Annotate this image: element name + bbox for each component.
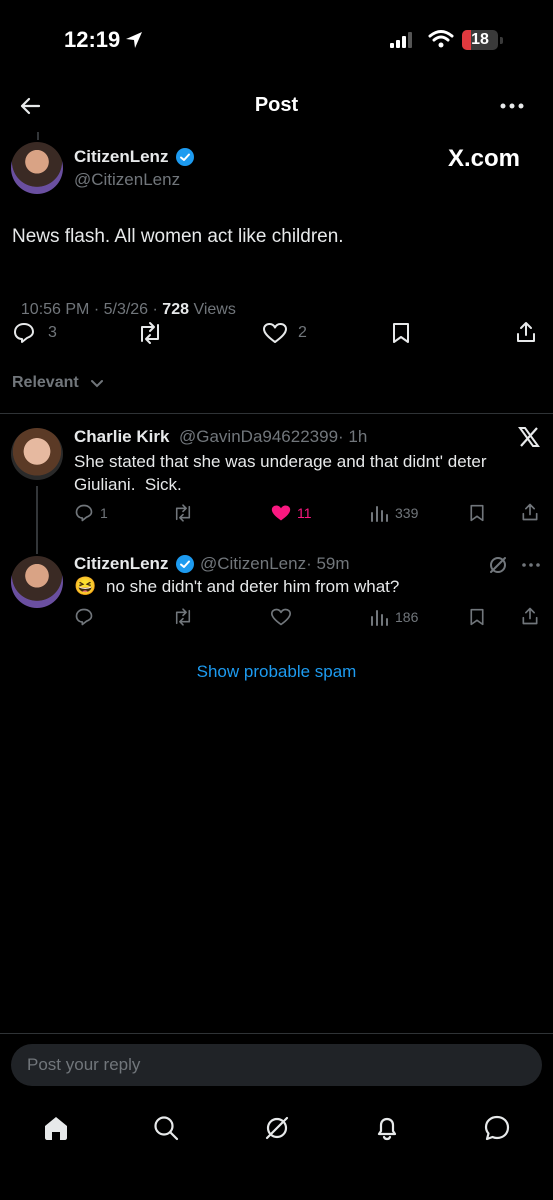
reply-author-handle[interactable]: @GavinDa94622399· 1h [179,427,367,447]
avatar[interactable] [11,142,63,194]
bottom-nav [0,1100,553,1200]
more-options-icon[interactable] [522,562,540,568]
post-author-name[interactable]: CitizenLenz [74,147,168,167]
notifications-bell-icon[interactable] [373,1114,401,1142]
analytics-icon[interactable] [369,503,389,523]
reply-count: 3 [48,324,57,341]
sort-label: Relevant [12,374,79,391]
like-icon[interactable] [270,607,292,627]
verified-badge-icon [176,555,194,573]
verified-badge-icon [176,148,194,166]
reply-author-name[interactable]: Charlie Kirk [74,427,169,447]
share-icon[interactable] [520,606,540,626]
reply-author-handle[interactable]: @CitizenLenz· 59m [200,554,350,574]
analytics-icon[interactable] [369,607,389,627]
retweet-icon[interactable] [172,503,194,523]
reply-author-name[interactable]: CitizenLenz [74,554,168,574]
post-meta: 10:56 PM · 5/3/26 · 728 Views [12,283,236,319]
like-count: 2 [298,324,307,341]
post-timestamp: 10:56 PM · 5/3/26 · [20,301,163,318]
views-label: Views [189,301,236,318]
watermark-logo: X.com [448,145,521,172]
bookmark-icon[interactable] [468,607,486,627]
reply-emoji: 😆 [74,576,97,596]
wifi-icon [428,29,454,49]
location-arrow-icon [124,30,144,50]
battery-level: 18 [471,31,489,48]
reply-icon[interactable] [74,607,94,627]
views-count: 339 [395,505,419,521]
like-icon[interactable] [262,321,288,345]
page-title: Post [254,94,299,116]
reply-composer[interactable]: Post your reply [11,1044,542,1086]
thread-connector [37,132,39,140]
signal-icon [390,32,416,48]
status-bar: 12:19 18 [0,0,553,80]
post-text: News flash. All women act like children. [12,226,344,247]
reply-input-placeholder[interactable]: Post your reply [27,1055,140,1075]
sort-dropdown[interactable]: Relevant [12,374,103,394]
reply-item[interactable]: Charlie Kirk @GavinDa94622399· 1h She st… [0,414,553,554]
reply-item[interactable]: CitizenLenz @CitizenLenz· 59m 😆 no she d… [0,544,553,644]
reply-text: She stated that she was underage and tha… [74,452,492,494]
views-count: 728 [162,301,189,318]
show-spam-link[interactable]: Show probable spam [0,662,553,682]
home-icon[interactable] [42,1114,70,1142]
battery-icon: 18 [462,30,503,50]
composer-divider [0,1033,553,1034]
reply-text: no she didn't and deter him from what? [106,577,400,596]
like-icon-filled[interactable] [270,503,292,523]
chevron-down-icon [90,377,104,391]
bookmark-icon[interactable] [390,321,412,345]
post-author-handle[interactable]: @CitizenLenz [74,170,180,190]
reply-icon[interactable] [12,321,36,345]
grok-icon[interactable] [488,555,508,575]
retweet-icon[interactable] [136,321,164,345]
reply-count: 1 [100,505,108,521]
x-logo-icon [518,426,540,448]
like-count: 11 [297,505,312,521]
avatar[interactable] [11,428,63,480]
reply-icon[interactable] [74,503,94,523]
share-icon[interactable] [520,502,540,522]
avatar[interactable] [11,556,63,608]
status-time: 12:19 [64,27,121,52]
share-icon[interactable] [514,320,538,344]
messages-icon[interactable] [483,1114,511,1142]
views-count: 186 [395,609,419,625]
post-actions: 3 2 [0,318,553,348]
search-icon[interactable] [152,1114,180,1142]
more-options-icon[interactable] [500,102,524,110]
bookmark-icon[interactable] [468,503,486,523]
retweet-icon[interactable] [172,607,194,627]
grok-icon[interactable] [263,1114,291,1142]
header: Post [0,84,553,128]
